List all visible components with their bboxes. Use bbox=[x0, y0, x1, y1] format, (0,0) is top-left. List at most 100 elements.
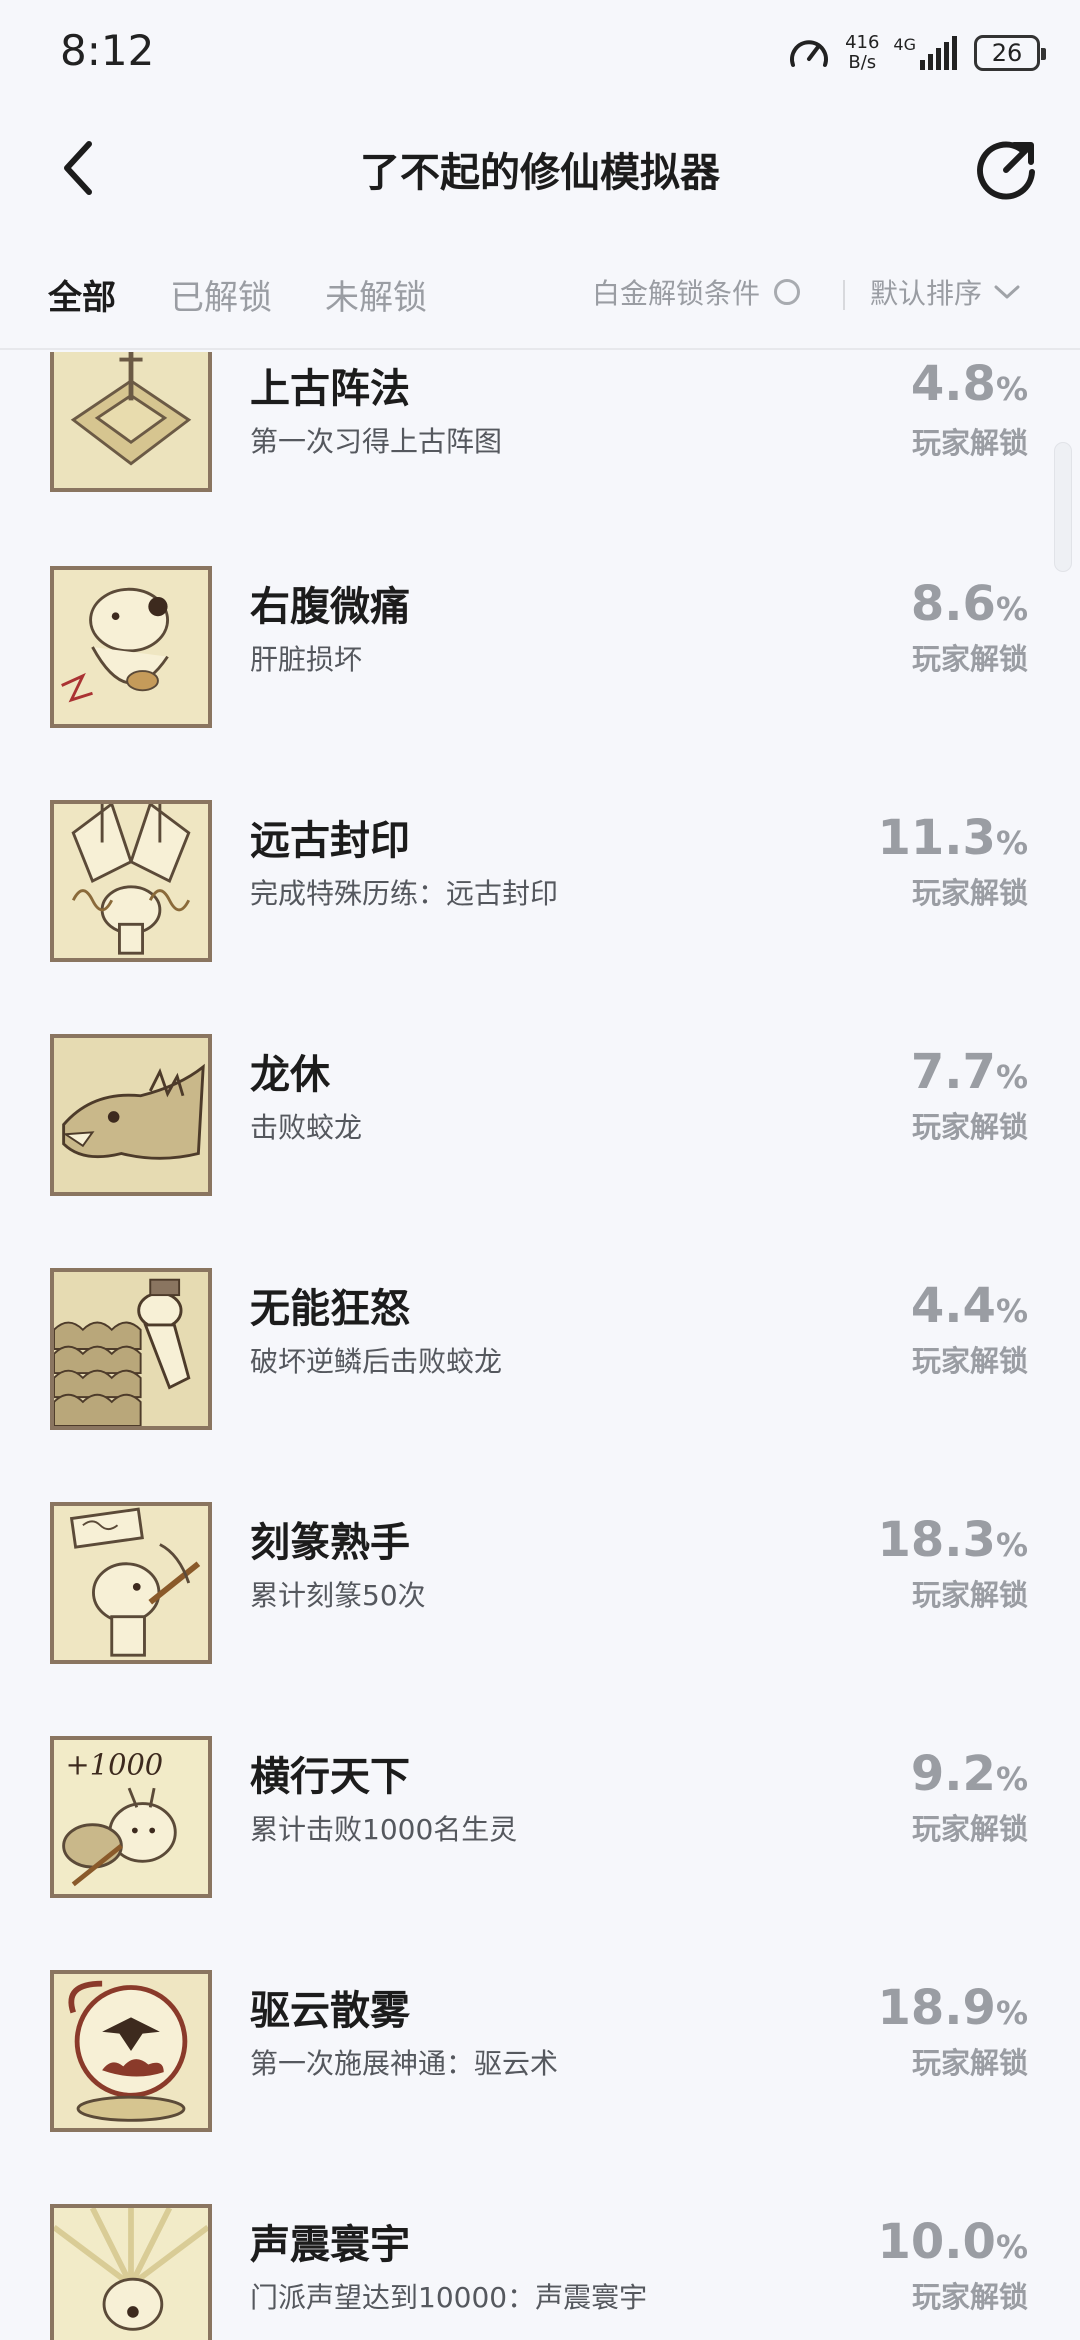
percent-unit: % bbox=[995, 2228, 1028, 2266]
achievement-desc: 第一次习得上古阵图 bbox=[250, 425, 503, 458]
unlock-label: 玩家解锁 bbox=[911, 642, 1028, 676]
achievement-item[interactable]: 龙休 击败蛟龙 7.7% 玩家解锁 bbox=[0, 1034, 1080, 1268]
scrollbar[interactable] bbox=[1054, 442, 1072, 572]
network-speed-unit: B/s bbox=[848, 52, 877, 73]
tab-all[interactable]: 全部 bbox=[48, 270, 116, 319]
unlock-percent: 4.8% bbox=[911, 356, 1028, 412]
achievement-title: 上古阵法 bbox=[250, 366, 410, 412]
sound-shout-icon bbox=[50, 2204, 212, 2340]
unlock-label: 玩家解锁 bbox=[911, 2280, 1028, 2314]
unlock-percent: 18.3% bbox=[878, 1512, 1029, 1568]
achievement-item[interactable]: 远古封印 完成特殊历练：远古封印 11.3% 玩家解锁 bbox=[0, 800, 1080, 1034]
unlock-label: 玩家解锁 bbox=[911, 876, 1028, 910]
ancient-seal-icon bbox=[50, 800, 212, 962]
status-time: 8:12 bbox=[60, 26, 155, 75]
unlock-label: 玩家解锁 bbox=[911, 1110, 1028, 1144]
unlock-percent: 18.9% bbox=[878, 1980, 1029, 2036]
percent-value: 18.3 bbox=[877, 1512, 996, 1568]
tab-locked[interactable]: 未解锁 bbox=[325, 270, 427, 319]
achievement-desc: 第一次施展神通：驱云术 bbox=[250, 2047, 559, 2080]
speedometer-icon bbox=[790, 40, 829, 67]
achievement-desc: 破坏逆鳞后击败蛟龙 bbox=[250, 1345, 503, 1378]
achievement-item[interactable]: 上古阵法 第一次习得上古阵图 4.8% 玩家解锁 bbox=[0, 352, 1080, 586]
divider bbox=[843, 280, 845, 310]
percent-value: 8.6 bbox=[910, 576, 996, 632]
achievement-item[interactable]: +1000 横行天下 累计击败1000名生灵 9.2% 玩家解锁 bbox=[0, 1736, 1080, 1970]
platinum-filter[interactable]: 白金解锁条件 bbox=[592, 272, 801, 312]
cloud-bird-icon bbox=[50, 1970, 212, 2132]
percent-unit: % bbox=[995, 370, 1028, 408]
unlock-label: 玩家解锁 bbox=[911, 1578, 1028, 1612]
achievement-title: 龙休 bbox=[250, 1052, 330, 1098]
achievement-title: 刻篆熟手 bbox=[250, 1520, 410, 1566]
svg-text:+1000: +1000 bbox=[66, 1748, 164, 1782]
percent-value: 4.4 bbox=[910, 1278, 996, 1334]
network-type: 4G bbox=[893, 35, 916, 54]
achievement-desc: 累计击败1000名生灵 bbox=[250, 1813, 518, 1846]
achievement-item[interactable]: 无能狂怒 破坏逆鳞后击败蛟龙 4.4% 玩家解锁 bbox=[0, 1268, 1080, 1502]
unlock-label: 玩家解锁 bbox=[911, 2046, 1028, 2080]
network-speed-value: 416 bbox=[845, 32, 880, 53]
battery-icon: 26 bbox=[974, 35, 1046, 71]
status-bar: 8:12 416 B/s 4G 26 bbox=[0, 0, 1080, 110]
unlock-percent: 11.3% bbox=[878, 810, 1029, 866]
percent-value: 7.7 bbox=[910, 1044, 996, 1100]
achievement-title: 横行天下 bbox=[250, 1754, 410, 1800]
achievement-desc: 击败蛟龙 bbox=[250, 1111, 363, 1144]
page-title: 了不起的修仙模拟器 bbox=[360, 150, 720, 196]
dragon-head-icon bbox=[50, 1034, 212, 1196]
percent-unit: % bbox=[995, 1994, 1028, 2032]
sort-label: 默认排序 bbox=[870, 277, 983, 310]
unlock-percent: 4.4% bbox=[911, 1278, 1028, 1334]
talisman-carver-icon bbox=[50, 1502, 212, 1664]
plus-1000-icon: +1000 bbox=[50, 1736, 212, 1898]
platinum-filter-label: 白金解锁条件 bbox=[592, 277, 761, 310]
battery-level: 26 bbox=[991, 39, 1023, 67]
percent-value: 18.9 bbox=[877, 1980, 996, 2036]
achievement-item[interactable]: 驱云散雾 第一次施展神通：驱云术 18.9% 玩家解锁 bbox=[0, 1970, 1080, 2204]
percent-value: 4.8 bbox=[910, 356, 996, 412]
sort-dropdown[interactable]: 默认排序 bbox=[870, 272, 1020, 312]
achievement-desc: 肝脏损坏 bbox=[250, 643, 363, 676]
unlock-label: 玩家解锁 bbox=[911, 1812, 1028, 1846]
percent-unit: % bbox=[995, 1526, 1028, 1564]
stomach-pain-icon bbox=[50, 566, 212, 728]
nav-bar: 了不起的修仙模拟器 bbox=[0, 110, 1080, 225]
percent-value: 10.0 bbox=[877, 2214, 996, 2270]
share-button[interactable] bbox=[976, 138, 1038, 200]
tab-unlocked[interactable]: 已解锁 bbox=[170, 270, 272, 319]
achievement-list[interactable]: 上古阵法 第一次习得上古阵图 4.8% 玩家解锁 右腹微痛 肝脏损坏 8.6% … bbox=[0, 352, 1080, 2340]
achievement-title: 远古封印 bbox=[250, 818, 410, 864]
achievement-title: 无能狂怒 bbox=[250, 1286, 410, 1332]
achievement-title: 驱云散雾 bbox=[250, 1988, 410, 2034]
percent-value: 11.3 bbox=[877, 810, 996, 866]
percent-unit: % bbox=[995, 1760, 1028, 1798]
unlock-label: 玩家解锁 bbox=[911, 426, 1028, 460]
percent-unit: % bbox=[995, 824, 1028, 862]
percent-unit: % bbox=[995, 1292, 1028, 1330]
percent-unit: % bbox=[995, 590, 1028, 628]
percent-value: 9.2 bbox=[910, 1746, 996, 1802]
achievement-title: 声震寰宇 bbox=[250, 2222, 410, 2268]
achievement-desc: 累计刻篆50次 bbox=[250, 1579, 426, 1612]
achievement-item[interactable]: 刻篆熟手 累计刻篆50次 18.3% 玩家解锁 bbox=[0, 1502, 1080, 1736]
dragon-scales-icon bbox=[50, 1268, 212, 1430]
signal-indicator: 4G bbox=[893, 35, 960, 70]
signal-bars-icon bbox=[920, 36, 957, 70]
network-speed: 416 B/s bbox=[845, 33, 879, 73]
achievement-item[interactable]: 右腹微痛 肝脏损坏 8.6% 玩家解锁 bbox=[0, 566, 1080, 800]
achievement-desc: 完成特殊历练：远古封印 bbox=[250, 877, 559, 910]
share-icon bbox=[977, 141, 1035, 200]
percent-unit: % bbox=[995, 1058, 1028, 1096]
radio-icon bbox=[774, 279, 801, 305]
unlock-percent: 10.0% bbox=[878, 2214, 1029, 2270]
achievement-desc: 门派声望达到10000：声震寰宇 bbox=[250, 2281, 648, 2314]
chevron-down-icon bbox=[994, 285, 1020, 299]
status-icons: 416 B/s 4G 26 bbox=[787, 28, 1046, 78]
unlock-percent: 7.7% bbox=[911, 1044, 1028, 1100]
unlock-percent: 8.6% bbox=[911, 576, 1028, 632]
tab-bar: 全部 已解锁 未解锁 白金解锁条件 默认排序 bbox=[0, 250, 1080, 350]
achievement-title: 右腹微痛 bbox=[250, 584, 410, 630]
achievement-item[interactable]: 声震寰宇 门派声望达到10000：声震寰宇 10.0% 玩家解锁 bbox=[0, 2204, 1080, 2340]
unlock-percent: 9.2% bbox=[911, 1746, 1028, 1802]
